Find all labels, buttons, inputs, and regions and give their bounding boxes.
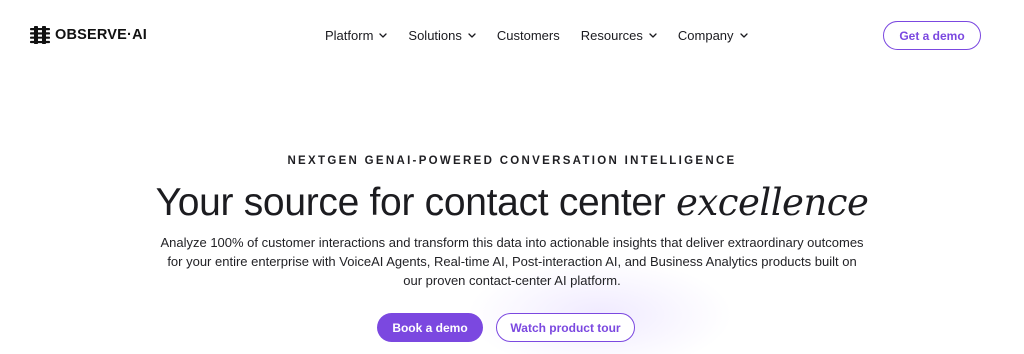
chevron-down-icon <box>649 32 657 38</box>
nav-label: Customers <box>496 27 560 43</box>
watch-product-tour-button[interactable]: Watch product tour <box>496 313 635 342</box>
observe-ai-logo-icon <box>30 26 50 44</box>
nav-label: Company <box>677 27 734 43</box>
chevron-down-icon <box>739 32 748 38</box>
logo[interactable]: OBSERVE·AI <box>30 25 147 45</box>
hero-headline: Your source for contact center excellenc… <box>0 180 1024 226</box>
nav-item-company[interactable]: Company <box>678 28 748 43</box>
main-nav: Platform Solutions Customers Resources C… <box>325 26 748 44</box>
nav-item-platform[interactable]: Platform <box>325 27 388 43</box>
book-a-demo-button[interactable]: Book a demo <box>377 313 483 342</box>
get-a-demo-button[interactable]: Get a demo <box>883 21 981 50</box>
headline-emphasis: excellence <box>676 181 869 224</box>
nav-label: Platform <box>325 27 374 43</box>
site-header: OBSERVE·AI Platform Solutions Customers … <box>0 0 1024 72</box>
nav-label: Resources <box>580 27 643 43</box>
hero-description: Analyze 100% of customer interactions an… <box>160 235 864 288</box>
nav-item-solutions[interactable]: Solutions <box>408 27 476 43</box>
nav-item-resources[interactable]: Resources <box>581 28 657 43</box>
nav-item-customers[interactable]: Customers <box>497 28 560 43</box>
headline-plain: Your source for contact center <box>155 181 666 224</box>
hero-eyebrow: NEXTGEN GENAI-POWERED CONVERSATION INTEL… <box>287 155 737 167</box>
chevron-down-icon <box>468 32 476 38</box>
logo-text: OBSERVE·AI <box>55 27 147 43</box>
chevron-down-icon <box>379 32 388 38</box>
nav-label: Solutions <box>408 27 462 43</box>
hero-buttons: Book a demo Watch product tour <box>377 313 635 342</box>
